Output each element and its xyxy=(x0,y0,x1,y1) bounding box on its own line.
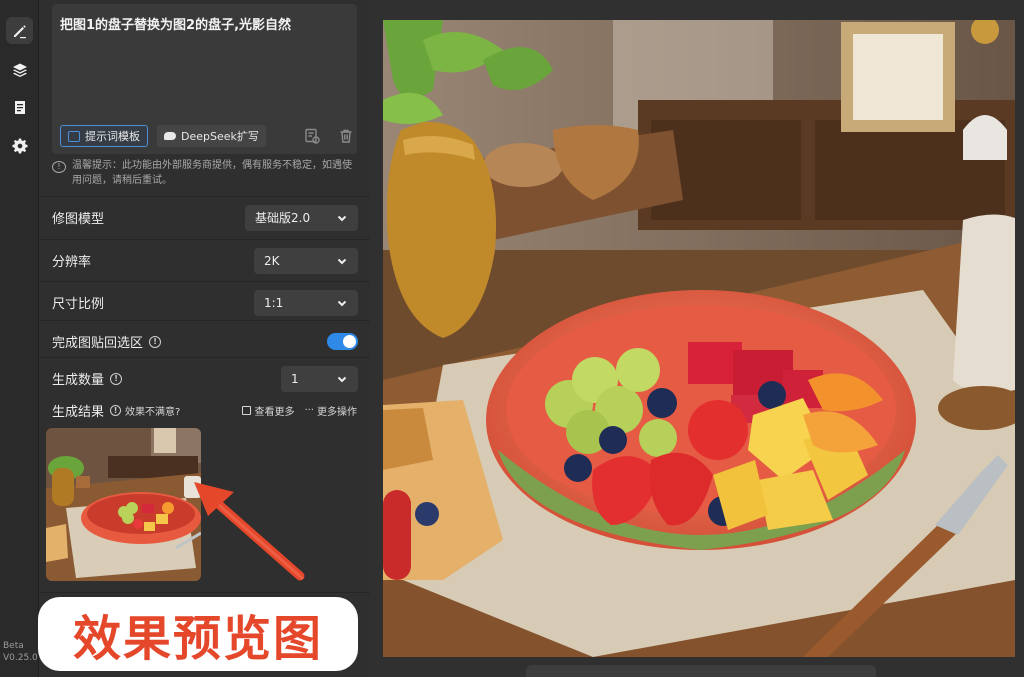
icon-rail: Beta V0.25.0 xyxy=(0,0,39,677)
paste-back-row: 完成图贴回选区 ! xyxy=(39,320,370,362)
ratio-value: 1:1 xyxy=(264,295,284,310)
annotation-arrow xyxy=(194,482,305,581)
clipboard-icon xyxy=(14,100,25,114)
preview-photo xyxy=(383,20,1015,657)
deepseek-label: DeepSeek扩写 xyxy=(181,130,259,143)
paste-back-toggle[interactable] xyxy=(327,333,358,350)
resolution-select[interactable]: 2K xyxy=(254,247,358,274)
ratio-select[interactable]: 1:1 xyxy=(254,289,358,316)
prompt-template-button[interactable]: 提示词模板 xyxy=(60,125,148,147)
result-thumbnail[interactable] xyxy=(46,428,201,581)
deepseek-whale-icon xyxy=(164,132,176,140)
unsatisfied-link[interactable]: ! 效果不满意? xyxy=(110,403,180,418)
clear-prompt-button[interactable] xyxy=(338,128,354,144)
preview-area xyxy=(370,0,1024,677)
prompt-input[interactable]: 把图1的盘子替换为图2的盘子,光影自然 提示词模板 DeepSeek扩写 xyxy=(52,4,357,154)
version-beta: Beta xyxy=(3,641,24,651)
edit-icon xyxy=(13,24,26,38)
view-more-label: 查看更多 xyxy=(254,407,295,418)
resolution-row: 分辨率 2K xyxy=(39,239,370,281)
history-icon xyxy=(305,128,320,144)
count-row: 生成数量 ! 1 xyxy=(39,357,370,399)
chevron-down-icon xyxy=(337,376,347,382)
list-icon xyxy=(242,406,252,415)
notice-text: 温馨提示：此功能由外部服务商提供，偶有服务不稳定，如遇使用问题，请稍后重试。 xyxy=(72,160,352,186)
count-select[interactable]: 1 xyxy=(281,365,358,392)
service-notice: ! 温馨提示：此功能由外部服务商提供，偶有服务不稳定，如遇使用问题，请稍后重试。 xyxy=(52,158,357,188)
more-actions-label: 更多操作 xyxy=(317,407,357,418)
prompt-template-label: 提示词模板 xyxy=(85,130,140,143)
count-label: 生成数量 xyxy=(52,373,105,388)
deepseek-expand-button[interactable]: DeepSeek扩写 xyxy=(157,125,266,147)
ratio-label: 尺寸比例 xyxy=(52,297,105,312)
history-button[interactable] xyxy=(304,128,320,144)
chevron-down-icon xyxy=(337,300,347,306)
version-label: Beta V0.25.0 xyxy=(3,640,38,664)
model-select[interactable]: 基础版2.0 xyxy=(245,204,358,231)
prompt-text[interactable]: 把图1的盘子替换为图2的盘子,光影自然 xyxy=(60,14,291,33)
gear-icon xyxy=(11,137,28,154)
info-icon[interactable]: ! xyxy=(149,335,162,348)
chevron-down-icon xyxy=(337,258,347,264)
preview-image[interactable] xyxy=(383,20,1015,657)
annotation-callout-text: 效果预览图 xyxy=(72,611,323,667)
clipboard-tool-button[interactable] xyxy=(6,93,33,120)
resolution-value: 2K xyxy=(264,253,280,268)
edit-tool-button[interactable] xyxy=(6,17,33,44)
annotation-callout: 效果预览图 xyxy=(38,597,358,671)
model-value: 基础版2.0 xyxy=(255,211,311,225)
info-icon[interactable]: ! xyxy=(110,372,123,385)
info-icon: ! xyxy=(110,404,122,416)
version-number: V0.25.0 xyxy=(3,653,38,663)
model-label: 修图模型 xyxy=(52,212,105,227)
layers-icon xyxy=(12,63,27,77)
ellipsis-icon: ··· xyxy=(304,405,314,416)
resolution-label: 分辨率 xyxy=(52,255,92,270)
layers-tool-button[interactable] xyxy=(6,56,33,83)
panel-divider xyxy=(39,592,370,593)
ratio-row: 尺寸比例 1:1 xyxy=(39,281,370,323)
model-row: 修图模型 基础版2.0 xyxy=(39,196,370,238)
trash-icon xyxy=(340,129,352,143)
paste-back-label: 完成图贴回选区 xyxy=(52,336,144,351)
info-icon: ! xyxy=(52,161,66,173)
bottom-toolbar[interactable] xyxy=(526,665,876,677)
result-thumbnail-image xyxy=(46,428,201,581)
settings-tool-button[interactable] xyxy=(6,132,33,159)
book-icon xyxy=(68,130,80,142)
chevron-down-icon xyxy=(337,215,347,221)
view-more-button[interactable]: 查看更多 xyxy=(242,403,294,418)
more-actions-button[interactable]: ··· 更多操作 xyxy=(304,403,357,418)
count-value: 1 xyxy=(291,371,299,386)
unsatisfied-text: 效果不满意? xyxy=(125,406,181,418)
result-label: 生成结果 xyxy=(52,404,105,420)
result-header: 生成结果 ! 效果不满意? 查看更多 ··· 更多操作 xyxy=(52,402,357,420)
